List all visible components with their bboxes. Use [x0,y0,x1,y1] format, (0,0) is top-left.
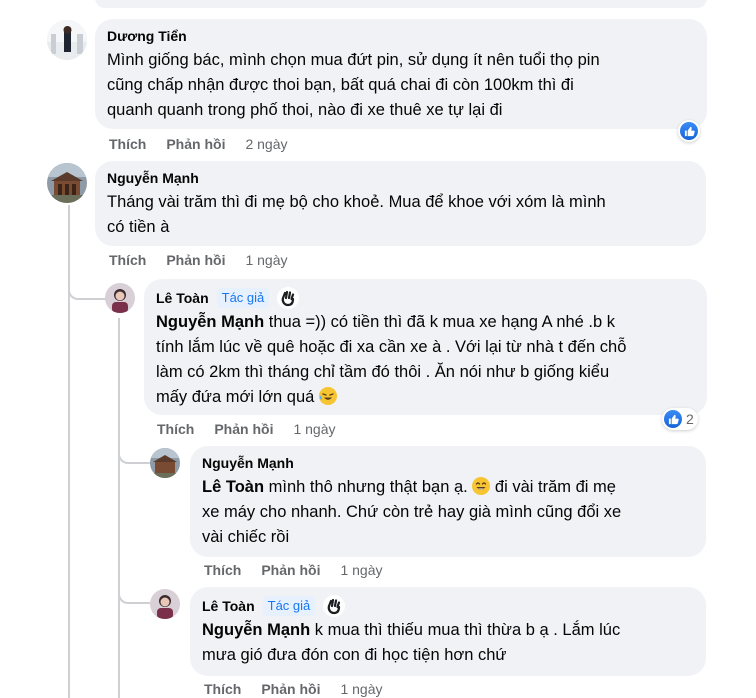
comment-actions: Thích Phản hồi 1 ngày [204,681,383,697]
comment-line: mấy đứa mới lớn quá [156,385,695,410]
comment-author[interactable]: Nguyễn Mạnh [107,169,694,187]
avatar[interactable] [47,163,87,203]
reply-button[interactable]: Phản hồi [166,252,225,268]
avatar-photo-icon [150,448,180,478]
comment-line: cũng chấp nhận được thoi bạn, bất quá ch… [107,76,574,94]
comment-line: xe máy cho nhanh. Chứ còn trẻ hay già mì… [202,503,622,521]
comment-text: Tháng vài trăm thì đi mẹ bộ cho khoẻ. Mu… [107,190,694,240]
avatar-photo-icon [47,20,87,60]
comment-text: Lê Toàn mình thô nhưng thật bạn ạ. đi và… [202,475,694,550]
comment-line: tính lắm lúc về quê hoặc đi xa cần xe à … [156,338,627,356]
comment-line: Tháng vài trăm thì đi mẹ bộ cho khoẻ. Mu… [107,193,606,211]
comment-line: Lê Toàn mình thô nhưng thật bạn ạ. đi và… [202,475,694,500]
thread-line-reply [118,318,120,698]
reply-button[interactable]: Phản hồi [166,136,225,152]
comment-line-text: đi vài trăm đi mẹ [490,478,616,496]
grinning-emoji-icon [472,477,491,495]
comment-actions: Thích Phản hồi 1 ngày [109,252,288,268]
timestamp[interactable]: 1 ngày [340,681,382,697]
comment-text: Mình giống bác, mình chọn mua đứt pin, s… [107,48,695,123]
comment-line: có tiền à [107,218,170,236]
timestamp[interactable]: 1 ngày [293,421,335,437]
comment-line: quanh quanh trong phố thoi, nào đi xe th… [107,101,503,119]
like-button[interactable]: Thích [204,562,241,578]
comment-bubble: Lê Toàn Tác giả Nguyễn Mạnh thua =)) có … [144,279,707,415]
comment-line: làm có 2km thì tháng chỉ tầm đó thôi . Ă… [156,363,610,381]
timestamp[interactable]: 1 ngày [340,562,382,578]
wave-hand-icon [323,595,346,617]
timestamp[interactable]: 2 ngày [245,136,287,152]
author-badge: Tác giả [216,288,270,308]
like-reaction-icon [664,410,682,428]
comment-actions: Thích Phản hồi 2 ngày [109,136,288,152]
comment-author[interactable]: Dương Tiển [107,27,695,45]
comment-author[interactable]: Nguyễn Mạnh [202,454,694,472]
laughing-emoji-icon [318,387,337,405]
comment-line: Nguyễn Mạnh thua =)) có tiền thì đã k mu… [156,310,695,335]
reaction-badge[interactable]: 2 [662,408,698,430]
comment-line: Mình giống bác, mình chọn mua đứt pin, s… [107,51,600,69]
comment-bubble: Dương Tiển Mình giống bác, mình chọn mua… [95,19,707,129]
comment-bubble: Nguyễn Mạnh Tháng vài trăm thì đi mẹ bộ … [95,161,706,246]
author-badge: Tác giả [262,596,316,616]
comment-author[interactable]: Lê Toàn [202,597,255,615]
like-button[interactable]: Thích [157,421,194,437]
comment-actions: Thích Phản hồi 1 ngày [204,562,383,578]
avatar[interactable] [150,448,180,478]
mention-link[interactable]: Lê Toàn [202,478,264,496]
like-reaction-icon [680,122,698,140]
avatar[interactable] [150,589,180,619]
comment-text: Nguyễn Mạnh thua =)) có tiền thì đã k mu… [156,310,695,410]
comment-line-text: thua =)) có tiền thì đã k mua xe hạng A … [264,313,616,331]
comment-line: mưa gió đưa đón con đi học tiện hơn chứ [202,646,507,664]
reaction-badge[interactable] [678,120,700,142]
mention-link[interactable]: Nguyễn Mạnh [202,621,310,639]
reply-button[interactable]: Phản hồi [214,421,273,437]
timestamp[interactable]: 1 ngày [245,252,287,268]
reply-button[interactable]: Phản hồi [261,562,320,578]
mention-link[interactable]: Nguyễn Mạnh [156,313,264,331]
comment-author-row: Lê Toàn Tác giả [156,287,695,309]
avatar[interactable] [105,283,135,313]
reply-button[interactable]: Phản hồi [261,681,320,697]
comment-bubble: Nguyễn Mạnh Lê Toàn mình thô nhưng thật … [190,446,706,557]
comment-line-text: k mua thì thiếu mua thì thừa b ạ . Lắm l… [310,621,621,639]
reaction-count: 2 [686,411,694,427]
thread-connector-3 [118,580,150,604]
comment-author[interactable]: Lê Toàn [156,289,209,307]
avatar[interactable] [47,20,87,60]
comment-line: vài chiếc rồi [202,528,290,546]
comment-line-text: mình thô nhưng thật bạn ạ. [264,478,468,496]
like-button[interactable]: Thích [109,136,146,152]
avatar-photo-icon [47,163,87,203]
comment-line-text: mấy đứa mới lớn quá [156,388,315,406]
wave-hand-icon [277,287,300,309]
thread-connector-1 [68,268,108,300]
comment-text: Nguyễn Mạnh k mua thì thiếu mua thì thừa… [202,618,694,668]
comment-author-row: Lê Toàn Tác giả [202,595,694,617]
avatar-photo-icon [150,589,180,619]
comment-actions: Thích Phản hồi 1 ngày [157,421,336,437]
like-button[interactable]: Thích [204,681,241,697]
previous-comment-bubble [95,0,707,8]
like-button[interactable]: Thích [109,252,146,268]
avatar-photo-icon [105,283,135,313]
comment-line: Nguyễn Mạnh k mua thì thiếu mua thì thừa… [202,618,694,643]
thread-connector-2 [118,440,150,464]
comment-bubble: Lê Toàn Tác giả Nguyễn Mạnh k mua thì th… [190,587,706,676]
